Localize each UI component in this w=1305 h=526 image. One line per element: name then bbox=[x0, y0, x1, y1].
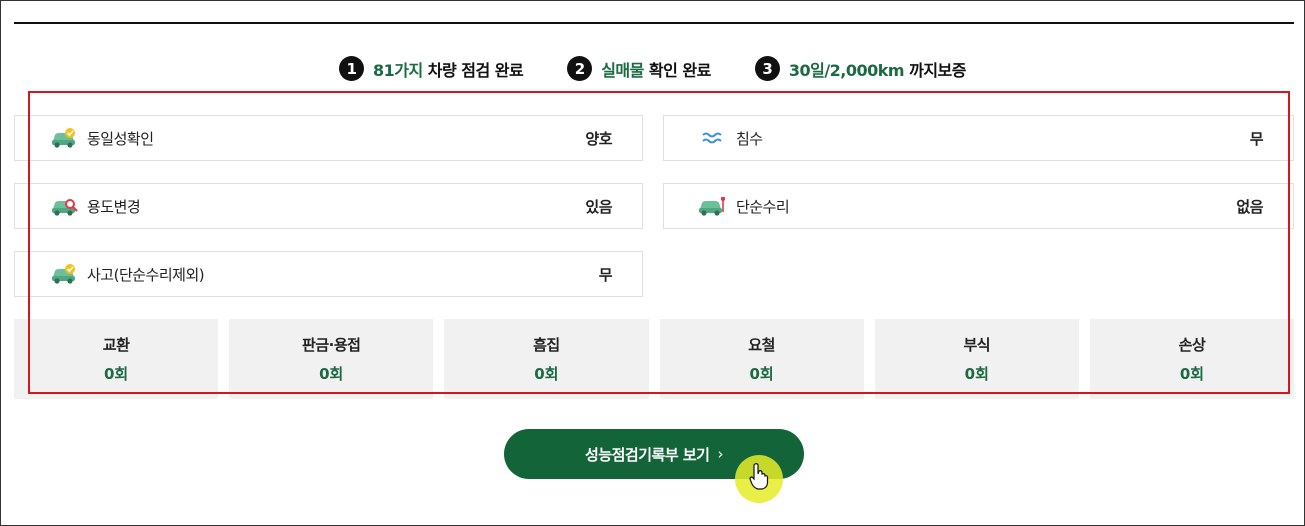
count-value: 0회 bbox=[319, 365, 344, 383]
top-divider bbox=[14, 22, 1294, 24]
item-label: 용도변경 bbox=[87, 197, 141, 216]
count-value: 0회 bbox=[964, 365, 989, 383]
item-value: 무 bbox=[1249, 129, 1264, 148]
count-label: 손상 bbox=[1178, 336, 1206, 354]
count-label: 흠집 bbox=[533, 336, 560, 354]
count-value: 0회 bbox=[749, 365, 774, 383]
item-flood: 침수 무 bbox=[663, 115, 1294, 161]
step-text: 차량 점검 완료 bbox=[427, 60, 524, 80]
count-value: 0회 bbox=[534, 365, 559, 383]
item-value: 무 bbox=[598, 265, 613, 284]
count-label: 요철 bbox=[748, 336, 775, 354]
step-number-badge: 3 bbox=[754, 56, 780, 81]
count-value: 0회 bbox=[1179, 365, 1205, 383]
button-label: 성능점검기록부 보기 bbox=[585, 445, 710, 464]
step-number-badge: 2 bbox=[567, 56, 593, 81]
item-label: 단순수리 bbox=[736, 197, 790, 216]
water-wave-icon bbox=[698, 126, 728, 150]
item-usage-change: 용도변경 있음 bbox=[14, 183, 643, 229]
item-identity-check: 동일성확인 양호 bbox=[14, 115, 643, 161]
item-label: 침수 bbox=[736, 129, 763, 148]
item-value: 양호 bbox=[585, 129, 612, 148]
step-1: 1 81가지 차량 점검 완료 bbox=[339, 56, 524, 81]
count-value: 0회 bbox=[103, 365, 129, 383]
item-value: 있음 bbox=[585, 197, 612, 216]
count-cell: 요철 0회 bbox=[659, 319, 864, 399]
step-highlight: 30일/2,000km bbox=[788, 60, 905, 80]
car-check-icon bbox=[49, 262, 79, 286]
step-text: 확인 완료 bbox=[648, 60, 711, 80]
step-highlight: 81가지 bbox=[373, 60, 423, 80]
step-2: 2 실매물 확인 완료 bbox=[567, 56, 711, 81]
car-repair-icon bbox=[698, 194, 728, 218]
count-label: 부식 bbox=[963, 336, 991, 354]
hand-cursor-icon bbox=[749, 462, 769, 494]
count-cell: 흠집 0회 bbox=[444, 319, 649, 399]
count-cell: 판금·용접 0회 bbox=[229, 319, 434, 399]
item-accident: 사고(단순수리제외) 무 bbox=[14, 251, 643, 297]
count-cell: 손상 0회 bbox=[1089, 319, 1295, 399]
car-check-icon bbox=[49, 126, 79, 150]
step-3: 3 30일/2,000km 까지보증 bbox=[754, 56, 966, 81]
repair-counts: 교환 0회 판금·용접 0회 흠집 0회 요철 0회 부식 0회 손상 0회 bbox=[14, 319, 1295, 399]
count-cell: 교환 0회 bbox=[14, 319, 219, 399]
item-simple-repair: 단순수리 없음 bbox=[663, 183, 1294, 229]
item-value: 없음 bbox=[1236, 197, 1263, 216]
step-highlight: 실매물 bbox=[601, 60, 644, 80]
car-search-icon bbox=[49, 194, 79, 218]
item-label: 동일성확인 bbox=[87, 129, 154, 148]
count-label: 판금·용접 bbox=[302, 336, 361, 354]
step-number-badge: 1 bbox=[339, 56, 365, 81]
inspection-steps: 1 81가지 차량 점검 완료 2 실매물 확인 완료 3 30일/2,000k… bbox=[0, 56, 1305, 81]
chevron-right-icon: › bbox=[717, 445, 723, 463]
count-cell: 부식 0회 bbox=[874, 319, 1079, 399]
step-text: 까지보증 bbox=[909, 60, 966, 80]
count-label: 교환 bbox=[102, 336, 130, 354]
item-label: 사고(단순수리제외) bbox=[87, 265, 205, 284]
